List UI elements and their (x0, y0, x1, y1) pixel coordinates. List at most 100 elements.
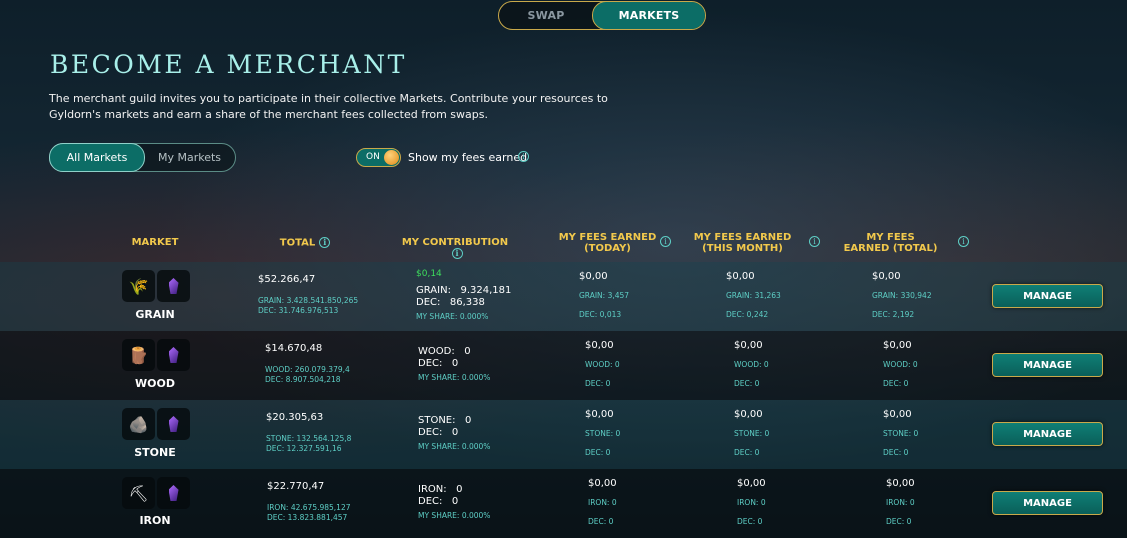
market-filter-toggle: All Markets My Markets (49, 143, 236, 172)
fees-month-value: $0,00 (734, 409, 763, 420)
fees-month-dec: DEC: 0,242 (726, 310, 769, 319)
fees-month-value: $0,00 (734, 340, 763, 351)
crystal-icon (157, 270, 190, 302)
table-row: ⛏ IRON $22.770,47 IRON: 42.675.985,127 D… (0, 469, 1127, 538)
wheat-icon: 🌾 (122, 270, 155, 302)
col-header-market: MARKET (120, 237, 190, 248)
contribution-resource: WOOD: 0 (418, 346, 471, 357)
contribution-dec: DEC: 0 (418, 427, 459, 438)
fees-today-resource: STONE: 0 (585, 429, 621, 438)
total-value: $22.770,47 (267, 481, 325, 492)
total-resource: GRAIN: 3.428.541.850,265 (258, 296, 359, 305)
logs-icon: 🪵 (122, 339, 155, 371)
fees-total-resource: GRAIN: 330,942 (872, 291, 932, 300)
fees-total-resource: IRON: 0 (886, 498, 915, 507)
fees-month-dec: DEC: 0 (734, 448, 760, 457)
switch-knob (384, 150, 399, 165)
total-value: $52.266,47 (258, 274, 316, 285)
total-value: $14.670,48 (265, 343, 323, 354)
manage-button[interactable]: MANAGE (992, 491, 1103, 515)
fees-month-resource: GRAIN: 31,263 (726, 291, 781, 300)
fees-total-dec: DEC: 2,192 (872, 310, 915, 319)
contribution-dec: DEC: 86,338 (416, 297, 485, 308)
contribution-dec: DEC: 0 (418, 358, 459, 369)
show-fees-label: Show my fees earned (408, 151, 528, 164)
crystal-icon (157, 477, 190, 509)
col-header-fees-today: MY FEES EARNED (TODAY) (545, 232, 670, 254)
col-header-fees-today-label: MY FEES EARNED (TODAY) (558, 232, 657, 254)
market-name: STONE (134, 446, 176, 459)
fees-today-value: $0,00 (588, 478, 617, 489)
col-header-fees-month-label: MY FEES EARNED (THIS MONTH) (693, 232, 792, 254)
my-share: MY SHARE: 0.000% (418, 373, 491, 382)
fees-today-resource: GRAIN: 3,457 (579, 291, 630, 300)
col-header-contribution-label: MY CONTRIBUTION (401, 237, 509, 248)
col-header-total: TOTAL i (270, 237, 340, 249)
fees-total-dec: DEC: 0 (886, 517, 912, 526)
col-header-contribution: MY CONTRIBUTIONi (395, 237, 515, 260)
col-header-fees-month: MY FEES EARNED (THIS MONTH) (680, 232, 805, 254)
crystal-icon (157, 408, 190, 440)
fees-today-dec: DEC: 0,013 (579, 310, 622, 319)
info-icon[interactable]: i (958, 236, 969, 247)
info-icon[interactable]: i (451, 248, 463, 259)
my-share: MY SHARE: 0.000% (418, 442, 491, 451)
fees-total-dec: DEC: 0 (883, 379, 909, 388)
total-resource: STONE: 132.564.125,8 (266, 434, 352, 443)
fees-month-resource: IRON: 0 (737, 498, 766, 507)
fees-total-resource: WOOD: 0 (883, 360, 918, 369)
fees-today-dec: DEC: 0 (585, 379, 611, 388)
market-name: IRON (139, 514, 171, 527)
total-resource: IRON: 42.675.985,127 (267, 503, 351, 512)
page-title: BECOME A MERCHANT (50, 50, 407, 79)
total-dec: DEC: 31.746.976,513 (258, 306, 339, 315)
fees-total-resource: STONE: 0 (883, 429, 919, 438)
fees-today-dec: DEC: 0 (588, 517, 614, 526)
market-name: GRAIN (135, 308, 175, 321)
manage-button[interactable]: MANAGE (992, 353, 1103, 377)
contribution-resource: GRAIN: 9.324,181 (416, 285, 512, 296)
total-resource: WOOD: 260.079.379,4 (265, 365, 350, 374)
show-fees-switch[interactable]: ON (356, 148, 401, 167)
info-icon[interactable]: i (319, 237, 331, 248)
fees-month-dec: DEC: 0 (737, 517, 763, 526)
my-share: MY SHARE: 0.000% (416, 312, 489, 321)
fees-total-dec: DEC: 0 (883, 448, 909, 457)
total-dec: DEC: 12.327.591,16 (266, 444, 342, 453)
swap-markets-toggle: SWAP MARKETS (498, 1, 706, 30)
col-header-fees-total-label: MY FEES EARNED (TOTAL) (843, 232, 938, 254)
contribution-resource: IRON: 0 (418, 484, 463, 495)
contribution-dec: DEC: 0 (418, 496, 459, 507)
filter-my-markets[interactable]: My Markets (144, 144, 235, 171)
filter-all-markets[interactable]: All Markets (49, 143, 145, 172)
fees-today-value: $0,00 (585, 340, 614, 351)
table-row: 🪨 STONE $20.305,63 STONE: 132.564.125,8 … (0, 400, 1127, 469)
tab-markets[interactable]: MARKETS (592, 2, 705, 29)
total-value: $20.305,63 (266, 412, 324, 423)
manage-button[interactable]: MANAGE (992, 422, 1103, 446)
info-icon[interactable]: i (518, 151, 529, 162)
fees-month-value: $0,00 (726, 271, 755, 282)
info-icon[interactable]: i (809, 236, 820, 247)
fees-month-resource: STONE: 0 (734, 429, 770, 438)
stone-icon: 🪨 (122, 408, 155, 440)
col-header-market-label: MARKET (131, 237, 179, 248)
market-name: WOOD (135, 377, 175, 390)
fees-month-dec: DEC: 0 (734, 379, 760, 388)
table-row: 🪵 WOOD $14.670,48 WOOD: 260.079.379,4 DE… (0, 331, 1127, 400)
crystal-icon (157, 339, 190, 371)
info-icon[interactable]: i (660, 236, 671, 247)
tab-swap[interactable]: SWAP (499, 2, 593, 29)
fees-month-resource: WOOD: 0 (734, 360, 769, 369)
fees-total-value: $0,00 (886, 478, 915, 489)
fees-today-value: $0,00 (579, 271, 608, 282)
fees-month-value: $0,00 (737, 478, 766, 489)
fees-total-value: $0,00 (872, 271, 901, 282)
fees-today-resource: IRON: 0 (588, 498, 617, 507)
contribution-value: $0,14 (416, 269, 442, 279)
fees-total-value: $0,00 (883, 340, 912, 351)
fees-total-value: $0,00 (883, 409, 912, 420)
fees-today-resource: WOOD: 0 (585, 360, 620, 369)
manage-button[interactable]: MANAGE (992, 284, 1103, 308)
col-header-fees-total: MY FEES EARNED (TOTAL) (843, 232, 938, 254)
